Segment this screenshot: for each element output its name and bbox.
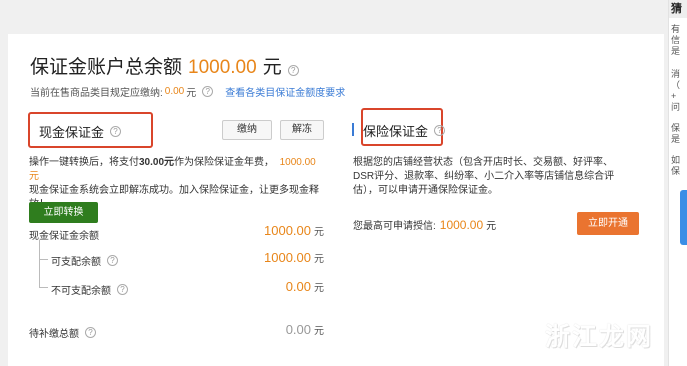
side-panel-text: （ <box>671 80 681 90</box>
unavailable-balance-value: 0.00 元 <box>228 279 324 294</box>
available-balance-label-text: 可支配余额 <box>51 257 101 268</box>
help-icon[interactable]: ? <box>110 126 122 137</box>
pending-payment-label-text: 待补缴总额 <box>29 329 79 340</box>
side-panel-text: 问 <box>671 102 681 112</box>
open-now-button[interactable]: 立即开通 <box>577 212 639 235</box>
tree-connector <box>39 259 48 260</box>
pending-payment-value: 0.00 元 <box>228 322 324 337</box>
help-icon[interactable]: ? <box>287 65 299 76</box>
unfreeze-button[interactable]: 解冻 <box>280 120 324 140</box>
available-balance-label: 可支配余额 ? <box>51 253 118 268</box>
requirement-row: 当前在售商品类目规定应缴纳: 0.00 元 ? 查看各类目保证金额度要求 <box>30 84 345 99</box>
side-panel-header: 猜 <box>669 0 687 18</box>
pending-payment-unit: 元 <box>314 326 324 337</box>
cash-balance-amount: 1000.00 <box>264 223 311 238</box>
side-panel-text: 保 <box>671 166 681 176</box>
credit-limit-value: 1000.00 <box>439 217 484 232</box>
cash-balance-value: 1000.00 元 <box>228 223 324 238</box>
pending-payment-label: 待补缴总额 ? <box>29 325 96 340</box>
unavailable-balance-label-text: 不可支配余额 <box>51 286 111 297</box>
insurance-section-title: 保险保证金 ? <box>363 121 446 140</box>
help-icon[interactable]: ? <box>85 327 96 338</box>
requirement-value: 0.00 <box>164 86 185 97</box>
pay-button[interactable]: 缴纳 <box>222 120 272 140</box>
help-icon[interactable]: ? <box>117 284 128 295</box>
side-panel: 猜 有 信 是 消 （ + 问 保 是 如 保 <box>668 0 687 366</box>
cash-section-title-text: 现金保证金 <box>39 125 105 140</box>
unavailable-balance-label: 不可支配余额 ? <box>51 282 128 297</box>
tree-connector <box>39 240 40 287</box>
desc-fee: 30.00元 <box>139 157 175 168</box>
help-icon[interactable]: ? <box>434 125 446 136</box>
section-accent-bar <box>352 123 354 136</box>
cash-balance-unit: 元 <box>314 227 324 238</box>
available-balance-amount: 1000.00 <box>264 250 311 265</box>
side-panel-text: 信 <box>671 35 681 45</box>
help-icon[interactable]: ? <box>107 255 118 266</box>
desc-text: 操作一键转换后，将支付 <box>29 157 139 168</box>
side-panel-text: 是 <box>671 134 681 144</box>
desc-text: 作为保险保证金年费， <box>174 157 275 168</box>
pending-payment-amount: 0.00 <box>285 322 311 337</box>
convert-now-button[interactable]: 立即转换 <box>29 202 98 223</box>
tree-connector <box>39 287 48 288</box>
side-panel-text: 有 <box>671 24 681 34</box>
help-icon[interactable]: ? <box>202 86 214 97</box>
cash-section-title: 现金保证金 ? <box>39 122 122 141</box>
side-panel-text: 如 <box>671 155 681 165</box>
requirement-label: 当前在售商品类目规定应缴纳: <box>30 88 163 99</box>
unavailable-balance-unit: 元 <box>314 283 324 294</box>
account-title: 保证金账户总余额 <box>30 57 183 78</box>
side-panel-text: 是 <box>671 46 681 56</box>
account-total-amount: 1000.00 <box>188 57 257 78</box>
watermark-text: 浙江龙网 <box>545 323 654 351</box>
account-title-row: 保证金账户总余额 1000.00 元 ? <box>30 52 299 79</box>
view-requirements-link[interactable]: 查看各类目保证金额度要求 <box>225 84 345 99</box>
side-panel-text: 消 <box>671 69 681 79</box>
account-total-unit: 元 <box>262 57 282 78</box>
insurance-description: 根据您的店铺经营状态（包含开店时长、交易额、好评率、DSR评分、退款率、纠纷率、… <box>353 157 615 196</box>
credit-limit-label: 您最高可申请授信: <box>353 221 436 232</box>
available-balance-unit: 元 <box>314 254 324 265</box>
side-panel-text: + <box>671 91 677 101</box>
side-panel-tab[interactable] <box>680 190 687 245</box>
insurance-section-title-text: 保险保证金 <box>363 124 429 139</box>
credit-limit-row: 您最高可申请授信: 1000.00 元 <box>353 217 497 233</box>
available-balance-value: 1000.00 元 <box>228 250 324 265</box>
side-panel-text: 保 <box>671 123 681 133</box>
requirement-unit: 元 <box>186 88 197 99</box>
unavailable-balance-amount: 0.00 <box>285 279 311 294</box>
credit-limit-unit: 元 <box>486 221 497 232</box>
